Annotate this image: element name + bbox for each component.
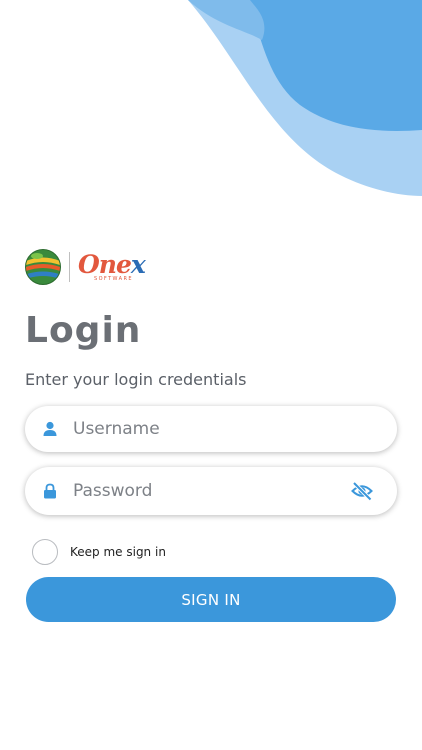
logo-divider — [69, 252, 70, 282]
decorative-blob-light — [188, 0, 422, 196]
globe-logo-icon — [25, 249, 61, 285]
company-logo: Onex SOFTWARE — [24, 248, 146, 286]
keep-signed-in-checkbox[interactable] — [32, 539, 58, 565]
username-input[interactable] — [73, 419, 323, 439]
logo-brand-x: x — [130, 250, 146, 279]
lock-icon — [44, 483, 56, 499]
username-field[interactable] — [25, 406, 397, 452]
logo-brand-main: One — [78, 250, 132, 279]
keep-signed-in-option[interactable]: Keep me sign in — [32, 539, 166, 565]
login-screen: Onex SOFTWARE Login Enter your login cre… — [0, 0, 422, 750]
person-icon — [43, 421, 57, 436]
password-field[interactable] — [25, 467, 397, 515]
page-subtitle: Enter your login credentials — [25, 370, 247, 389]
keep-signed-in-label: Keep me sign in — [70, 545, 166, 559]
logo-brand-sub: SOFTWARE — [94, 276, 133, 282]
page-title: Login — [25, 310, 142, 351]
sign-in-button[interactable]: SIGN IN — [26, 577, 396, 622]
eye-slash-icon[interactable] — [351, 480, 373, 502]
logo-brand-name: Onex — [78, 250, 146, 279]
decorative-wave-shape — [188, 0, 422, 196]
decorative-blob-dark — [248, 0, 422, 131]
decorative-blob-mid — [188, 0, 265, 40]
password-input[interactable] — [73, 481, 323, 501]
logo-wordmark: Onex SOFTWARE — [78, 250, 146, 283]
